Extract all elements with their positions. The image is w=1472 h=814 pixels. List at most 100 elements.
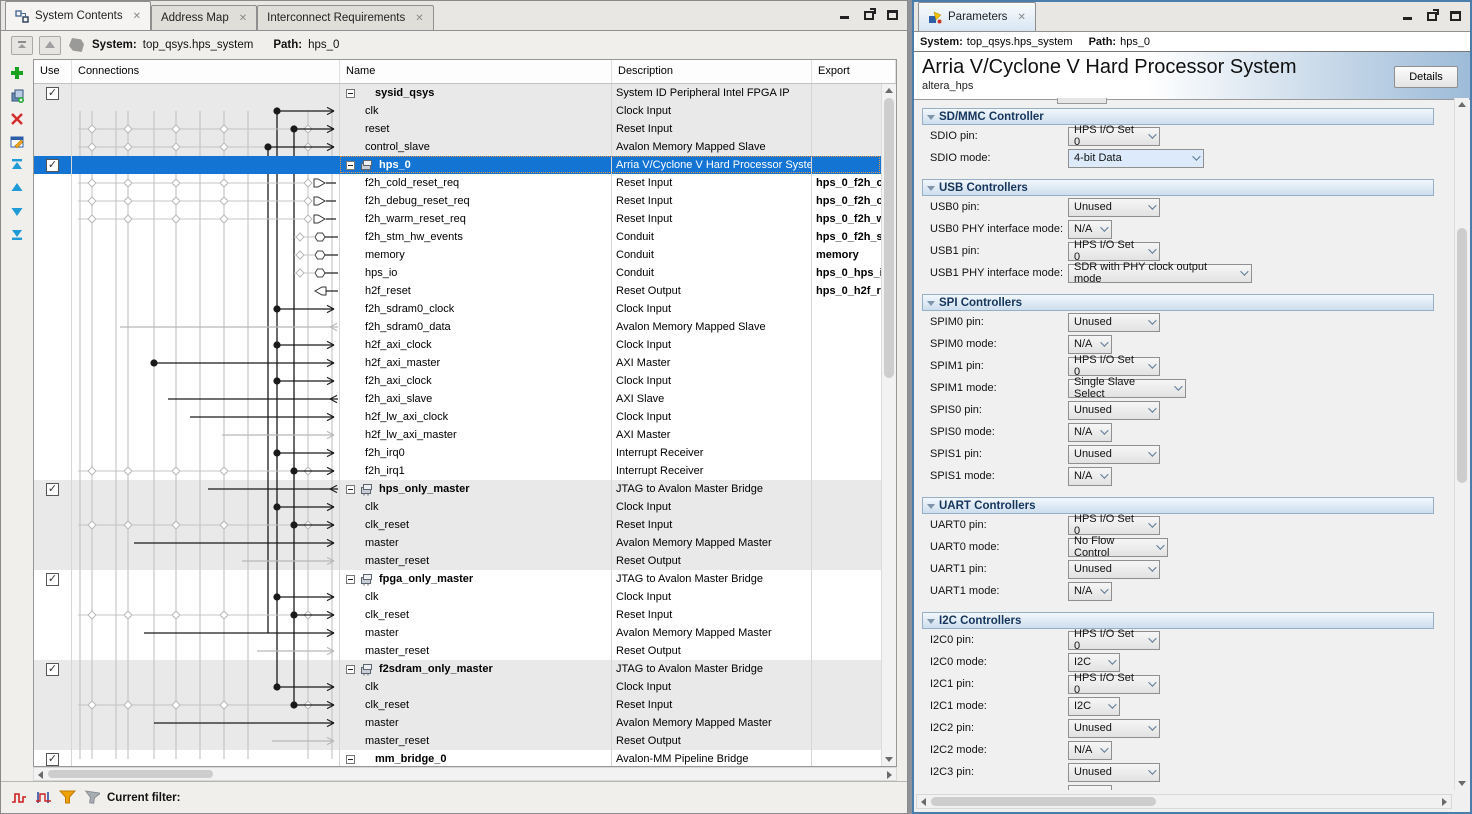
table-row-hps_only_master[interactable]: ✓hps_only_masterJTAG to Avalon Master Br… bbox=[34, 480, 881, 498]
table-row-clk_reset[interactable]: clk_resetReset Input bbox=[34, 516, 881, 534]
param-dropdown[interactable]: N/A bbox=[1068, 582, 1112, 601]
maximize-button[interactable] bbox=[884, 7, 901, 22]
param-dropdown[interactable]: Single Slave Select bbox=[1068, 379, 1186, 398]
scroll-down-arrow[interactable] bbox=[885, 757, 893, 762]
collapse-toggle-icon[interactable] bbox=[346, 485, 355, 494]
param-dropdown[interactable]: HPS I/O Set 0 bbox=[1068, 242, 1160, 261]
table-row-h2f_axi_master[interactable]: h2f_axi_masterAXI Master bbox=[34, 354, 881, 372]
table-row-h2f_axi_clock[interactable]: h2f_axi_clockClock Input bbox=[34, 336, 881, 354]
table-row-f2h_debug_reset_req[interactable]: f2h_debug_reset_reqReset Inputhps_0_f2h_… bbox=[34, 192, 881, 210]
scroll-up-arrow[interactable] bbox=[1458, 102, 1466, 107]
param-dropdown[interactable]: Unused bbox=[1068, 445, 1160, 464]
tab-system-contents[interactable]: System Contents✕ bbox=[5, 1, 151, 30]
move-up-button[interactable] bbox=[7, 178, 27, 197]
table-row-control_slave[interactable]: control_slaveAvalon Memory Mapped Slave bbox=[34, 138, 881, 156]
minimize-button[interactable] bbox=[836, 7, 853, 22]
table-row-clk_reset[interactable]: clk_resetReset Input bbox=[34, 696, 881, 714]
table-row-mm_bridge_0[interactable]: ✓mm_bridge_0Avalon-MM Pipeline Bridge bbox=[34, 750, 881, 766]
param-dropdown[interactable]: Unused bbox=[1068, 560, 1160, 579]
param-dropdown[interactable] bbox=[1068, 785, 1112, 791]
close-icon[interactable]: ✕ bbox=[133, 11, 141, 22]
param-dropdown[interactable]: Unused bbox=[1068, 401, 1160, 420]
column-header-connections[interactable]: Connections bbox=[72, 60, 340, 83]
param-dropdown[interactable]: HPS I/O Set 0 bbox=[1068, 675, 1160, 694]
use-checkbox[interactable]: ✓ bbox=[46, 483, 59, 496]
param-dropdown[interactable]: N/A bbox=[1068, 467, 1112, 486]
signal-icon[interactable] bbox=[11, 790, 28, 805]
section-header[interactable]: UART Controllers bbox=[922, 497, 1434, 514]
scroll-right-arrow[interactable] bbox=[887, 771, 892, 779]
table-row-master_reset[interactable]: master_resetReset Output bbox=[34, 732, 881, 750]
table-row-f2h_stm_hw_events[interactable]: f2h_stm_hw_eventsConduithps_0_f2h_s bbox=[34, 228, 881, 246]
tab-interconnect-requirements[interactable]: Interconnect Requirements✕ bbox=[257, 5, 433, 30]
param-dropdown[interactable]: 4-bit Data bbox=[1068, 149, 1204, 168]
scroll-down-arrow[interactable] bbox=[1458, 781, 1466, 786]
table-row-clk_reset[interactable]: clk_resetReset Input bbox=[34, 606, 881, 624]
collapse-toggle-icon[interactable] bbox=[346, 665, 355, 674]
table-row-master[interactable]: masterAvalon Memory Mapped Master bbox=[34, 534, 881, 552]
table-row-clk[interactable]: clkClock Input bbox=[34, 102, 881, 120]
table-row-f2h_irq0[interactable]: f2h_irq0Interrupt Receiver bbox=[34, 444, 881, 462]
table-row-f2h_cold_reset_req[interactable]: f2h_cold_reset_reqReset Inputhps_0_f2h_c bbox=[34, 174, 881, 192]
table-row-fpga_only_master[interactable]: ✓fpga_only_masterJTAG to Avalon Master B… bbox=[34, 570, 881, 588]
table-row-clk[interactable]: clkClock Input bbox=[34, 678, 881, 696]
edit-button[interactable] bbox=[7, 132, 27, 151]
table-row-f2h_axi_slave[interactable]: f2h_axi_slaveAXI Slave bbox=[34, 390, 881, 408]
move-top-button[interactable] bbox=[7, 155, 27, 174]
table-row-f2sdram_only_master[interactable]: ✓f2sdram_only_masterJTAG to Avalon Maste… bbox=[34, 660, 881, 678]
table-row-clk[interactable]: clkClock Input bbox=[34, 498, 881, 516]
close-icon[interactable]: ✕ bbox=[1017, 12, 1025, 23]
section-header[interactable]: I2C Controllers bbox=[922, 612, 1434, 629]
param-dropdown[interactable]: HPS I/O Set 0 bbox=[1068, 631, 1160, 650]
float-button[interactable] bbox=[860, 7, 877, 22]
collapse-toggle-icon[interactable] bbox=[346, 161, 355, 170]
scroll-left-arrow[interactable] bbox=[921, 798, 926, 806]
table-row-f2h_irq1[interactable]: f2h_irq1Interrupt Receiver bbox=[34, 462, 881, 480]
table-row-reset[interactable]: resetReset Input bbox=[34, 120, 881, 138]
minimize-button[interactable] bbox=[1399, 8, 1416, 23]
param-dropdown[interactable]: I2C bbox=[1068, 697, 1120, 716]
section-header[interactable]: SPI Controllers bbox=[922, 294, 1434, 311]
parameters-vertical-scrollbar[interactable] bbox=[1454, 98, 1469, 790]
column-header-description[interactable]: Description bbox=[612, 60, 812, 83]
table-row-h2f_lw_axi_master[interactable]: h2f_lw_axi_masterAXI Master bbox=[34, 426, 881, 444]
param-dropdown[interactable]: HPS I/O Set 0 bbox=[1068, 357, 1160, 376]
table-row-h2f_lw_axi_clock[interactable]: h2f_lw_axi_clockClock Input bbox=[34, 408, 881, 426]
param-dropdown[interactable]: HPS I/O Set 0 bbox=[1068, 127, 1160, 146]
up-level-button[interactable] bbox=[39, 36, 61, 55]
table-row-memory[interactable]: memoryConduitmemory bbox=[34, 246, 881, 264]
param-dropdown[interactable]: Unused bbox=[1068, 198, 1160, 217]
collapse-toggle-icon[interactable] bbox=[346, 575, 355, 584]
section-header[interactable]: SD/MMC Controller bbox=[922, 108, 1434, 125]
filter-off-icon[interactable] bbox=[83, 790, 100, 805]
tab-address-map[interactable]: Address Map✕ bbox=[151, 5, 257, 30]
table-row-sysid_qsys[interactable]: ✓sysid_qsysSystem ID Peripheral Intel FP… bbox=[34, 84, 881, 102]
signal-alt-icon[interactable] bbox=[35, 790, 52, 805]
use-checkbox[interactable]: ✓ bbox=[46, 87, 59, 100]
remove-button[interactable] bbox=[7, 109, 27, 128]
param-dropdown[interactable]: N/A bbox=[1068, 335, 1112, 354]
table-row-master[interactable]: masterAvalon Memory Mapped Master bbox=[34, 714, 881, 732]
table-row-clk[interactable]: clkClock Input bbox=[34, 588, 881, 606]
use-checkbox[interactable]: ✓ bbox=[46, 753, 59, 766]
scroll-thumb[interactable] bbox=[931, 797, 1156, 806]
param-dropdown[interactable]: I2C bbox=[1068, 653, 1120, 672]
scroll-right-arrow[interactable] bbox=[1442, 798, 1447, 806]
table-row-f2h_sdram0_data[interactable]: f2h_sdram0_dataAvalon Memory Mapped Slav… bbox=[34, 318, 881, 336]
use-checkbox[interactable]: ✓ bbox=[46, 159, 59, 172]
parameters-horizontal-scrollbar[interactable] bbox=[916, 794, 1452, 809]
scroll-left-arrow[interactable] bbox=[38, 771, 43, 779]
param-dropdown[interactable]: Unused bbox=[1068, 313, 1160, 332]
duplicate-button[interactable] bbox=[7, 86, 27, 105]
table-row-master_reset[interactable]: master_resetReset Output bbox=[34, 552, 881, 570]
param-dropdown[interactable]: N/A bbox=[1068, 741, 1112, 760]
param-dropdown[interactable]: Unused bbox=[1068, 763, 1160, 782]
table-vertical-scrollbar[interactable] bbox=[881, 84, 896, 766]
table-row-master[interactable]: masterAvalon Memory Mapped Master bbox=[34, 624, 881, 642]
collapse-toggle-icon[interactable] bbox=[346, 89, 355, 98]
table-row-master_reset[interactable]: master_resetReset Output bbox=[34, 642, 881, 660]
collapse-toggle-icon[interactable] bbox=[346, 755, 355, 764]
filter-icon[interactable] bbox=[59, 790, 76, 805]
move-bottom-button[interactable] bbox=[7, 224, 27, 243]
column-header-name[interactable]: Name bbox=[340, 60, 612, 83]
